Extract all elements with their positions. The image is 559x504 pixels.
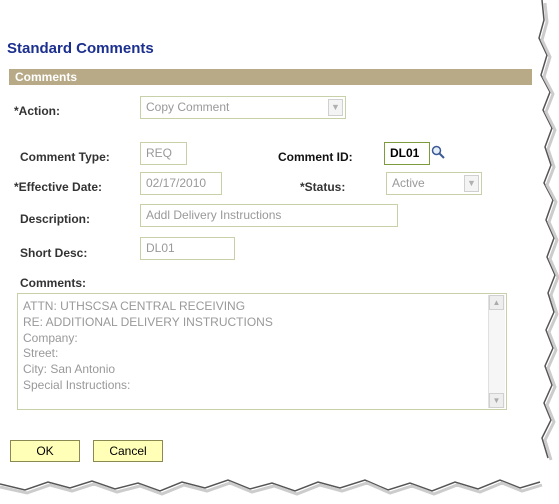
comments-text: ATTN: UTHSCSA CENTRAL RECEIVING RE: ADDI… (23, 299, 484, 394)
chevron-down-icon[interactable]: ▼ (328, 99, 343, 116)
short-desc-field[interactable]: DL01 (140, 237, 235, 260)
scroll-down-icon[interactable]: ▼ (489, 393, 504, 408)
comment-line: Special Instructions: (23, 377, 131, 392)
chevron-down-icon[interactable]: ▼ (464, 175, 479, 192)
scroll-up-icon[interactable]: ▲ (489, 295, 504, 310)
ok-button[interactable]: OK (10, 440, 80, 462)
comment-line: RE: ADDITIONAL DELIVERY INSTRUCTIONS (23, 314, 273, 329)
comment-id-field[interactable]: DL01 (384, 142, 430, 165)
comment-id-label: Comment ID: (278, 150, 353, 164)
comment-type-field[interactable]: REQ (140, 142, 187, 165)
comment-type-label: Comment Type: (20, 150, 110, 164)
torn-edge-bottom (0, 458, 543, 496)
comment-line: Company: (23, 330, 78, 345)
comments-textarea[interactable]: ATTN: UTHSCSA CENTRAL RECEIVING RE: ADDI… (17, 293, 507, 410)
short-desc-label: Short Desc: (20, 246, 88, 260)
comment-line: ATTN: UTHSCSA CENTRAL RECEIVING (23, 299, 246, 313)
effective-date-field[interactable]: 02/17/2010 (140, 172, 222, 195)
search-icon[interactable] (431, 145, 445, 159)
effective-date-label: *Effective Date: (14, 180, 103, 194)
page-title: Standard Comments (7, 40, 154, 57)
status-label: *Status: (300, 180, 346, 194)
cancel-button[interactable]: Cancel (93, 440, 163, 462)
status-select[interactable]: Active ▼ (386, 172, 482, 195)
comment-line: Street: (23, 346, 59, 361)
comments-scrollbar[interactable]: ▲ ▼ (488, 295, 505, 408)
action-select[interactable]: Copy Comment ▼ (140, 96, 346, 119)
comment-line: City: San Antonio (23, 362, 116, 377)
description-label: Description: (20, 212, 91, 226)
action-label: *Action: (14, 104, 60, 118)
description-field[interactable]: Addl Delivery Instructions (140, 204, 398, 227)
status-select-value: Active (392, 176, 425, 190)
section-header: Comments (9, 69, 532, 85)
action-select-value: Copy Comment (146, 100, 230, 114)
section-header-label: Comments (15, 70, 78, 84)
comments-label: Comments: (20, 276, 87, 290)
